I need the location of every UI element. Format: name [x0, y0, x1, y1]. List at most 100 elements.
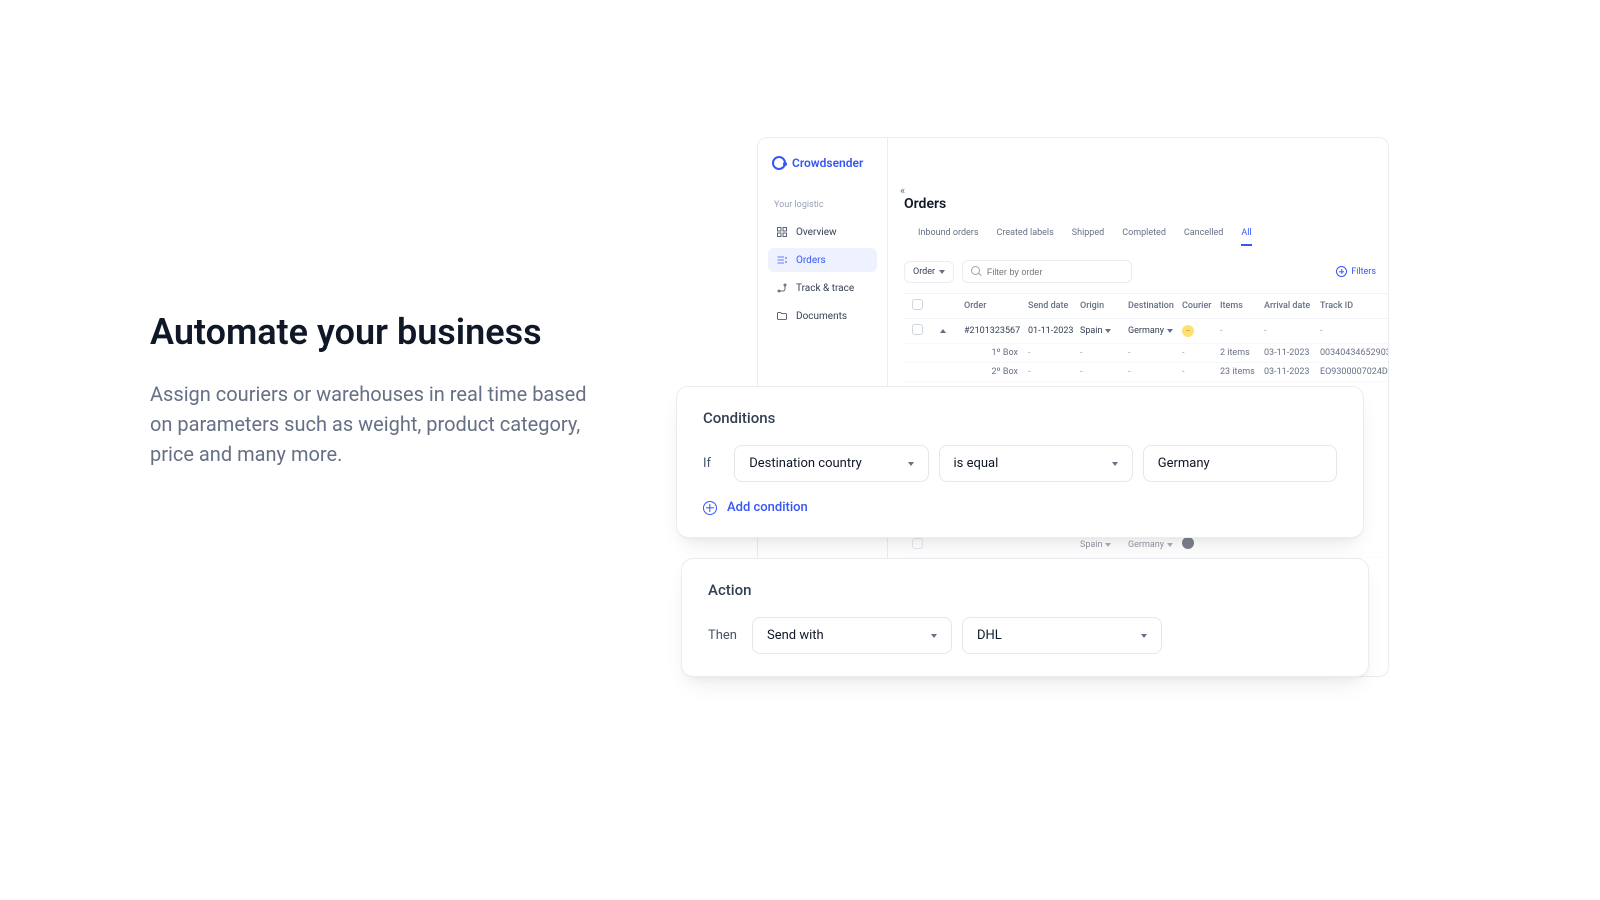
search-icon — [971, 266, 981, 277]
checkbox-all[interactable] — [912, 299, 923, 310]
sidebar-section-label: Your logistic — [768, 194, 877, 216]
then-label: Then — [708, 628, 742, 643]
subrow-track: 003404346529032 — [1320, 348, 1389, 358]
plus-circle-icon — [703, 501, 717, 515]
condition-value-text: Germany — [1158, 456, 1210, 471]
hero-block: Automate your business Assign couriers o… — [150, 310, 600, 469]
orders-icon — [776, 254, 788, 266]
tabs: Inbound orders Created labels Shipped Co… — [904, 226, 1388, 246]
table-subrow: 1º Box ---- 2 items 03-11-2023 003404346… — [904, 344, 1388, 363]
condition-operator-value: is equal — [954, 456, 999, 471]
chevron-down-icon — [1105, 543, 1111, 547]
table-row[interactable]: #2101323567 01-11-2023 Spain Germany — -… — [904, 319, 1388, 344]
chevron-down-icon — [1141, 634, 1147, 638]
row-checkbox[interactable] — [912, 538, 923, 549]
condition-operator-select[interactable]: is equal — [939, 445, 1133, 482]
col-send-date: Send date — [1028, 301, 1076, 311]
hero-subtitle: Assign couriers or warehouses in real ti… — [150, 379, 600, 469]
order-type-select[interactable]: Order — [904, 261, 954, 283]
row-checkbox[interactable] — [912, 324, 923, 335]
cell-order: #2101323567 — [964, 326, 1024, 336]
page-title: Orders — [904, 196, 1388, 212]
cell-destination-select[interactable]: Germany — [1128, 540, 1178, 550]
filters-button-label: Filters — [1351, 267, 1376, 277]
table-header: Order Send date Origin Destination Couri… — [904, 293, 1388, 319]
condition-field-value: Destination country — [749, 456, 862, 471]
tab-shipped[interactable]: Shipped — [1072, 226, 1104, 246]
tab-completed[interactable]: Completed — [1122, 226, 1166, 246]
filters-button[interactable]: Filters — [1336, 266, 1388, 277]
cell-track: - — [1320, 326, 1389, 336]
subrow-box: 1º Box — [964, 348, 1024, 358]
tab-cancelled[interactable]: Cancelled — [1184, 226, 1223, 246]
chevron-down-icon — [939, 270, 945, 274]
sidebar-item-documents[interactable]: Documents — [768, 304, 877, 328]
col-items: Items — [1220, 301, 1260, 311]
sidebar-item-label: Orders — [796, 255, 826, 266]
subrow-items: 2 items — [1220, 348, 1260, 358]
chevron-down-icon — [1105, 329, 1111, 333]
sidebar-item-overview[interactable]: Overview — [768, 220, 877, 244]
col-track: Track ID — [1320, 301, 1389, 311]
plus-circle-icon — [1336, 266, 1347, 277]
cell-origin-select[interactable]: Spain — [1080, 540, 1124, 550]
chevron-down-icon — [931, 634, 937, 638]
brand-logo-icon — [772, 156, 786, 170]
sidebar-item-label: Track & trace — [796, 283, 854, 294]
brand-name: Crowdsender — [792, 156, 863, 170]
brand[interactable]: Crowdsender — [768, 156, 877, 190]
subrow-arrival: 03-11-2023 — [1264, 348, 1316, 358]
sidebar-item-label: Overview — [796, 227, 837, 238]
action-value-select[interactable]: DHL — [962, 617, 1162, 654]
col-destination: Destination — [1128, 301, 1178, 311]
filter-input[interactable] — [987, 267, 1123, 277]
conditions-card: Conditions If Destination country is equ… — [676, 386, 1364, 538]
action-row: Then Send with DHL — [708, 617, 1342, 654]
sidebar-item-track[interactable]: Track & trace — [768, 276, 877, 300]
condition-value-input[interactable]: Germany — [1143, 445, 1337, 482]
table-toolbar: Order Filters — [904, 260, 1388, 283]
subrow-track: EO9300007024DE — [1320, 367, 1389, 377]
chevron-down-icon — [1167, 543, 1173, 547]
order-type-select-label: Order — [913, 267, 935, 277]
sidebar-item-orders[interactable]: Orders — [768, 248, 877, 272]
cell-destination-select[interactable]: Germany — [1128, 326, 1178, 336]
subrow-arrival: 03-11-2023 — [1264, 367, 1316, 377]
hero-title: Automate your business — [150, 310, 600, 355]
cell-arrival: - — [1264, 326, 1316, 336]
route-icon — [776, 282, 788, 294]
cell-items: - — [1220, 326, 1260, 336]
condition-field-select[interactable]: Destination country — [734, 445, 928, 482]
subrow-box: 2º Box — [964, 367, 1024, 377]
courier-badge-icon — [1182, 537, 1194, 549]
cell-send-date: 01-11-2023 — [1028, 326, 1076, 336]
tab-all[interactable]: All — [1241, 226, 1251, 246]
col-courier: Courier — [1182, 301, 1216, 311]
subrow-items: 23 items — [1220, 367, 1260, 377]
courier-badge-icon: — — [1182, 325, 1194, 337]
if-label: If — [703, 456, 724, 471]
action-field-value: Send with — [767, 628, 824, 643]
expand-toggle-icon[interactable] — [940, 329, 946, 333]
action-card: Action Then Send with DHL — [681, 558, 1369, 677]
add-condition-label: Add condition — [727, 500, 808, 515]
cell-origin-select[interactable]: Spain — [1080, 326, 1124, 336]
add-condition-button[interactable]: Add condition — [703, 500, 1337, 515]
condition-row: If Destination country is equal Germany — [703, 445, 1337, 482]
col-order: Order — [964, 301, 1024, 311]
grid-icon — [776, 226, 788, 238]
table-subrow: 2º Box ---- 23 items 03-11-2023 EO930000… — [904, 363, 1388, 382]
chevron-down-icon — [1167, 329, 1173, 333]
action-value-text: DHL — [977, 628, 1002, 643]
action-title: Action — [708, 581, 1342, 599]
folder-icon — [776, 310, 788, 322]
action-field-select[interactable]: Send with — [752, 617, 952, 654]
chevron-down-icon — [908, 462, 914, 466]
tab-inbound-orders[interactable]: Inbound orders — [918, 226, 979, 246]
sidebar-item-label: Documents — [796, 311, 847, 322]
chevron-down-icon — [1112, 462, 1118, 466]
col-arrival: Arrival date — [1264, 301, 1316, 311]
tab-created-labels[interactable]: Created labels — [997, 226, 1054, 246]
filter-input-wrap[interactable] — [962, 260, 1132, 283]
col-origin: Origin — [1080, 301, 1124, 311]
